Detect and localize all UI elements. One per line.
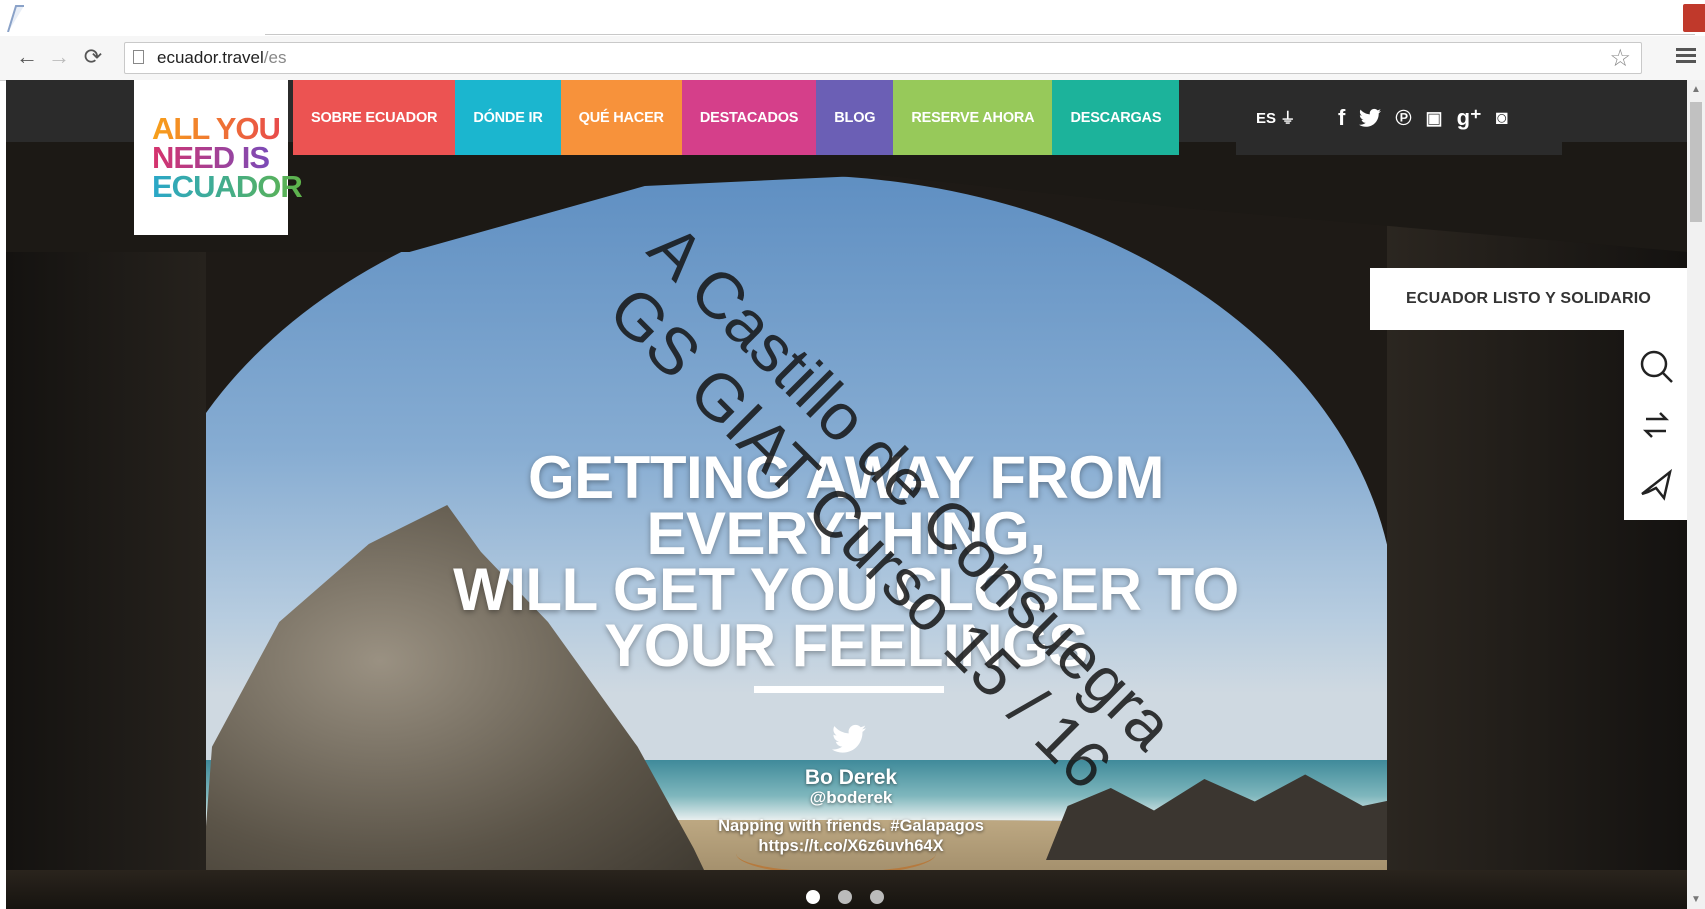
language-selector[interactable]: ES ⏚ (1236, 107, 1338, 128)
instagram-icon[interactable]: ◙ (1496, 107, 1508, 129)
tweet-text-line: Napping with friends. #Galapagos (718, 817, 984, 835)
main-nav: SOBRE ECUADOR DÓNDE IR QUÉ HACER DESTACA… (293, 80, 1180, 155)
youtube-icon[interactable]: ▣ (1426, 107, 1443, 129)
page-icon (133, 50, 144, 64)
nav-que-hacer[interactable]: QUÉ HACER (560, 80, 682, 155)
logo-line-1: ALL YOU (152, 111, 281, 146)
nav-destacados[interactable]: DESTACADOS (681, 80, 817, 155)
facebook-icon[interactable]: f (1338, 106, 1345, 129)
nav-descargas[interactable]: DESCARGAS (1052, 80, 1180, 155)
tweet-link[interactable]: https://t.co/X6z6uvh64X (656, 836, 1046, 856)
reload-icon[interactable]: ⟳ (80, 44, 106, 70)
scroll-down-icon[interactable]: ▼ (1691, 894, 1701, 905)
twitter-icon[interactable] (1359, 108, 1382, 128)
window-close-button[interactable] (1683, 4, 1705, 32)
social-links: f ℗ ▣ g⁺ ◙ (1338, 106, 1508, 129)
plane-icon[interactable] (1636, 464, 1676, 504)
site-logo[interactable]: ALL YOU NEED IS ECUADOR (134, 80, 303, 235)
nav-reserve-ahora[interactable]: RESERVE AHORA (893, 80, 1053, 155)
promo-link[interactable]: ECUADOR LISTO Y SOLIDARIO (1370, 268, 1687, 330)
language-label: ES (1256, 110, 1277, 127)
search-icon[interactable] (1636, 346, 1676, 386)
slider-dot[interactable] (806, 890, 820, 904)
hero-title-line: EVERYTHING, (646, 500, 1046, 567)
browser-tab-strip (0, 0, 1705, 36)
arrow-down-icon: ⏚ (1280, 110, 1296, 127)
google-plus-icon[interactable]: g⁺ (1457, 106, 1482, 129)
address-bar[interactable]: ecuador.travel/es ☆ (124, 42, 1642, 74)
tweet-text: Napping with friends. #Galapagos https:/… (656, 816, 1046, 856)
scroll-up-icon[interactable]: ▲ (1691, 84, 1701, 95)
hero-title: GETTING AWAY FROM EVERYTHING, WILL GET Y… (346, 444, 1346, 679)
address-url[interactable]: ecuador.travel/es (157, 48, 286, 68)
slider-dot[interactable] (838, 890, 852, 904)
nav-sobre-ecuador[interactable]: SOBRE ECUADOR (293, 80, 456, 155)
tweet-handle[interactable]: @boderek (706, 788, 996, 808)
hero-title-line: WILL GET YOU CLOSER TO (453, 556, 1239, 623)
side-toolbar (1624, 330, 1687, 520)
tab-corner-icon (7, 5, 24, 32)
tweet-author[interactable]: Bo Derek (706, 766, 996, 790)
page-viewport: ALL YOU NEED IS ECUADOR SOBRE ECUADOR DÓ… (6, 80, 1687, 909)
logo-line-2: NEED IS (152, 140, 270, 175)
browser-toolbar: ← → ⟳ ecuador.travel/es ☆ (0, 36, 1705, 81)
nav-utilities: ES ⏚ f ℗ ▣ g⁺ ◙ (1236, 80, 1562, 155)
vertical-scrollbar[interactable]: ▲ ▼ (1687, 80, 1705, 909)
exchange-icon[interactable] (1636, 405, 1676, 445)
url-path: /es (263, 48, 287, 67)
slider-dot[interactable] (870, 890, 884, 904)
hamburger-menu-icon[interactable] (1676, 45, 1696, 69)
logo-line-3: ECUADOR (152, 169, 303, 204)
nav-donde-ir[interactable]: DÓNDE IR (455, 80, 561, 155)
hero-divider (754, 686, 944, 693)
nav-blog[interactable]: BLOG (816, 80, 894, 155)
forward-arrow-icon[interactable]: → (46, 44, 72, 70)
twitter-icon[interactable] (832, 724, 866, 754)
hero-title-line: YOUR FEELINGS (604, 612, 1088, 679)
star-icon[interactable]: ☆ (1609, 44, 1631, 73)
url-host: ecuador.travel (157, 48, 264, 67)
tab-divider (265, 34, 1695, 35)
pinterest-icon[interactable]: ℗ (1395, 106, 1411, 129)
hero-title-line: GETTING AWAY FROM (527, 444, 1165, 511)
scroll-thumb[interactable] (1690, 102, 1702, 222)
back-arrow-icon[interactable]: ← (14, 44, 40, 70)
slider-dots (806, 890, 884, 904)
